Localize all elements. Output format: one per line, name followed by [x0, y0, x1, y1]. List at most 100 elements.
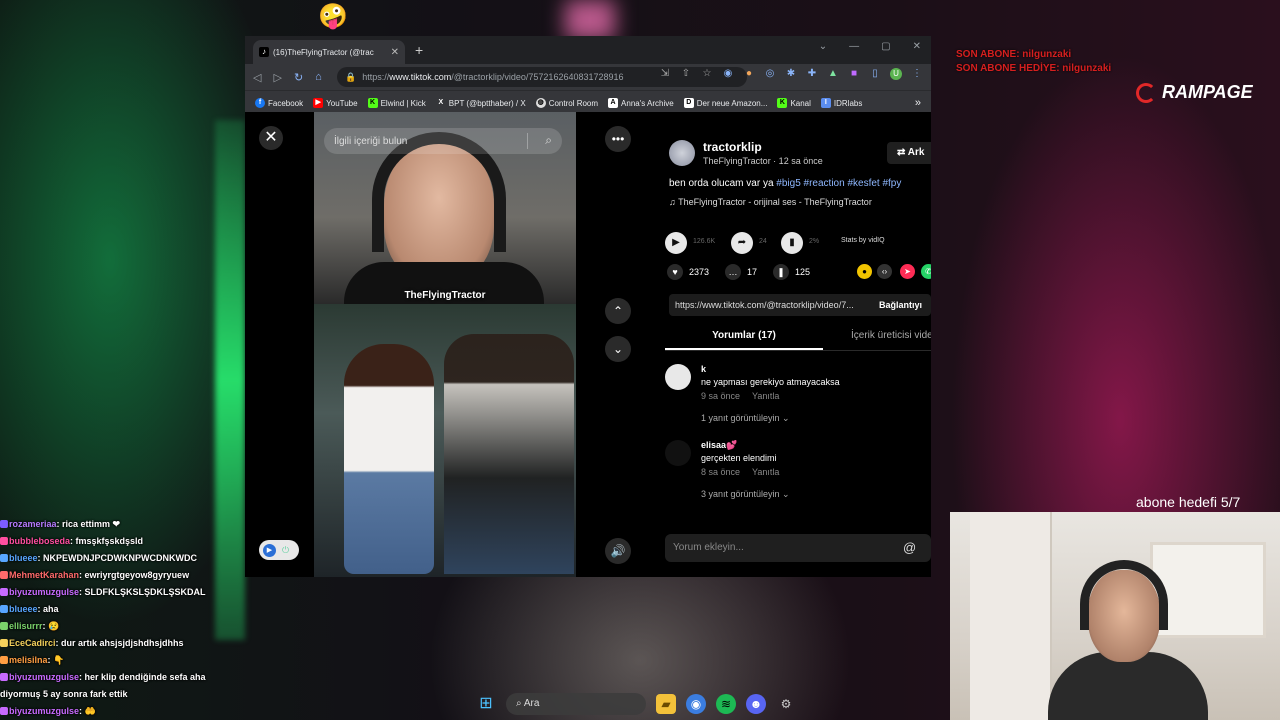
more-options-button[interactable]: •••: [605, 126, 631, 152]
settings-icon[interactable]: ⚙: [776, 694, 796, 714]
vidiq-stats-row: ▶ 126.6K ➦ 24 ▮ 2% Stats by vidIQ: [665, 230, 931, 256]
extension-icon[interactable]: ◉: [722, 68, 734, 80]
tab-comments[interactable]: Yorumlar (17): [665, 330, 823, 341]
maximize-button[interactable]: ▢: [881, 41, 890, 52]
music-note-icon: ♫: [669, 197, 679, 207]
chrome-icon[interactable]: ◉: [686, 694, 706, 714]
share-arrow-icon[interactable]: ➦: [731, 232, 753, 254]
bookmarks-overflow[interactable]: »: [915, 97, 921, 109]
video-player[interactable]: TheFlyingTractor İlgili içeriği bulun ⌕: [314, 112, 576, 577]
extension-icon[interactable]: ✚: [806, 68, 818, 80]
install-icon[interactable]: ⇲: [659, 68, 671, 80]
forward-icon[interactable]: ▷: [273, 71, 281, 84]
comment-input[interactable]: Yorum ekleyin... @: [665, 534, 931, 562]
url-scheme: https://: [362, 72, 390, 82]
badge-icon: [0, 520, 8, 528]
bookmark-facebook[interactable]: f Facebook: [255, 98, 303, 108]
author-username[interactable]: tractorklip: [703, 140, 762, 154]
previous-video-button[interactable]: ⌃: [605, 298, 631, 324]
embed-icon[interactable]: ‹›: [877, 264, 892, 279]
menu-icon[interactable]: ⋮: [911, 68, 923, 80]
author-avatar[interactable]: [669, 140, 695, 166]
spotify-icon[interactable]: ≋: [716, 694, 736, 714]
music-info[interactable]: ♫ TheFlyingTractor - orijinal ses - TheF…: [669, 197, 872, 207]
search-icon: ⌕: [516, 698, 524, 709]
related-search-input[interactable]: İlgili içeriği bulun ⌕: [324, 128, 562, 154]
extension-icon[interactable]: ●: [743, 68, 755, 80]
bookmark-x[interactable]: X BPT (@bptthaber) / X: [436, 98, 525, 108]
home-icon[interactable]: ⌂: [315, 71, 322, 83]
dancer: [344, 344, 434, 574]
bookmark-kanal[interactable]: K Kanal: [777, 98, 811, 108]
subscriber-goal: abone hedefi 5/7: [1136, 494, 1241, 510]
windows-start-icon[interactable]: ⊞: [476, 694, 496, 714]
hashtags[interactable]: #big5 #reaction #kesfet #fpy: [776, 178, 901, 189]
vidiq-label[interactable]: Stats by vidIQ: [841, 237, 885, 244]
chat-message: melisilna: 👇: [0, 652, 280, 669]
tab-creator-videos[interactable]: İçerik üreticisi vide: [851, 330, 931, 341]
commenter-name[interactable]: k: [701, 364, 706, 374]
play-icon[interactable]: ▶: [665, 232, 687, 254]
commenter-avatar[interactable]: [665, 364, 691, 390]
badge-icon: [0, 605, 8, 613]
search-icon[interactable]: ⌕: [545, 133, 552, 148]
bookmark-idrlabs[interactable]: I IDRlabs: [820, 98, 862, 108]
mention-icon[interactable]: @: [903, 534, 916, 562]
new-tab-button[interactable]: +: [415, 42, 423, 58]
comment-button[interactable]: … 17: [725, 264, 757, 280]
bookmark-amazon[interactable]: D Der neue Amazon...: [683, 98, 767, 108]
file-explorer-icon[interactable]: ▰: [656, 694, 676, 714]
plays-count: 126.6K: [693, 238, 716, 245]
tab-search-icon[interactable]: ⌄: [819, 41, 827, 52]
bookmark-star-icon[interactable]: ☆: [701, 68, 713, 80]
bookmark-youtube[interactable]: ▶ YouTube: [313, 98, 358, 108]
chat-message: biyuzumuzgulse: SLDFKLŞKSLŞDKLŞSKDAL: [0, 584, 280, 601]
send-icon[interactable]: ➤: [900, 264, 915, 279]
close-video-button[interactable]: ✕: [259, 126, 283, 150]
stats-chart-icon[interactable]: ▮: [781, 232, 803, 254]
bookmark-kick[interactable]: K Elwind | Kick: [367, 98, 426, 108]
coin-icon[interactable]: ●: [857, 264, 872, 279]
like-button[interactable]: ♥ 2373: [667, 264, 709, 280]
minimize-button[interactable]: —: [849, 41, 859, 52]
profile-avatar[interactable]: U: [890, 68, 902, 80]
extension-icon[interactable]: ■: [848, 68, 860, 80]
video-overlay-name: TheFlyingTractor: [404, 290, 486, 301]
back-icon[interactable]: ◁: [253, 71, 261, 84]
comment-item: k ne yapması gerekiyo atmayacaksa 9 sa ö…: [665, 364, 931, 434]
taskbar-search[interactable]: ⌕ Ara: [506, 693, 646, 715]
bookmark-control-room[interactable]: ◍ Control Room: [535, 98, 598, 108]
view-replies-link[interactable]: 3 yanıt görüntüleyin ⌄: [701, 489, 790, 500]
tab-close-icon[interactable]: ✕: [391, 47, 399, 58]
reply-link[interactable]: Yanıtla: [752, 391, 779, 401]
heart-icon: ♥: [667, 264, 683, 280]
window-controls: ⌄ — ▢ ✕: [819, 41, 921, 52]
video-link-field[interactable]: https://www.tiktok.com/@tractorklip/vide…: [669, 294, 931, 316]
badge-icon: [0, 673, 8, 681]
next-video-button[interactable]: ⌄: [605, 336, 631, 362]
save-button[interactable]: ❚ 125: [773, 264, 810, 280]
extensions-bar: ⇲ ⇧ ☆ ◉ ● ◎ ✱ ✚ ▲ ■ ▯ U ⋮: [659, 68, 923, 80]
share-icon[interactable]: ⇧: [680, 68, 692, 80]
reply-link[interactable]: Yanıtla: [752, 467, 779, 477]
extension-icon[interactable]: ▲: [827, 68, 839, 80]
bookmark-annas-archive[interactable]: A Anna's Archive: [608, 98, 674, 108]
reload-icon[interactable]: ↻: [294, 71, 303, 84]
follow-button[interactable]: ⇄ Ark: [887, 142, 931, 164]
commenter-avatar[interactable]: [665, 440, 691, 466]
extension-icon[interactable]: ✱: [785, 68, 797, 80]
close-window-button[interactable]: ✕: [913, 41, 921, 52]
power-icon: ⏻: [282, 544, 290, 555]
extension-icon[interactable]: ◎: [764, 68, 776, 80]
whatsapp-icon[interactable]: ✆: [921, 264, 931, 279]
tiktok-page: ✕ TheFlyingTractor İlgili içeriği bulun …: [245, 112, 931, 577]
commenter-name[interactable]: elisaa💕: [701, 440, 737, 451]
discord-icon[interactable]: ☻: [746, 694, 766, 714]
sidebar-icon[interactable]: ▯: [869, 68, 881, 80]
view-replies-link[interactable]: 1 yanıt görüntüleyin ⌄: [701, 413, 790, 424]
volume-button[interactable]: 🔊: [605, 538, 631, 564]
browser-tab[interactable]: ♪ (16)TheFlyingTractor (@trac ✕: [253, 40, 405, 64]
video-details-panel: tractorklip TheFlyingTractor · 12 sa önc…: [665, 112, 931, 577]
copy-link-button[interactable]: Bağlantıyı: [879, 294, 922, 316]
active-tab-indicator: [665, 348, 823, 350]
